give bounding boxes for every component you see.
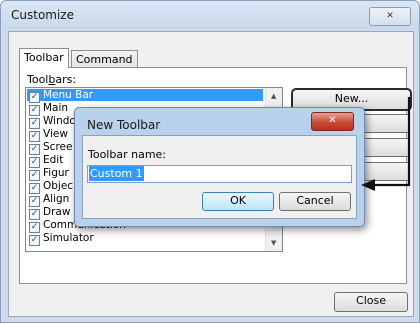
close-button[interactable]: Close: [334, 292, 408, 312]
tab-toolbar[interactable]: Toolbar: [19, 48, 69, 68]
toolbar-name-label: Toolbar name:: [88, 148, 167, 161]
list-item[interactable]: ✓ Windo: [27, 115, 76, 129]
window-close-button[interactable]: ✕: [369, 7, 411, 26]
cancel-button[interactable]: Cancel: [279, 192, 351, 211]
list-item[interactable]: ✓ Align: [27, 193, 69, 207]
dialog-client-area: Toolbar name: Custom 1 OK Cancel: [82, 135, 357, 219]
list-item[interactable]: ✓ Main: [27, 102, 68, 116]
toolbars-label: Toolbars:: [27, 73, 77, 86]
list-item[interactable]: ✓ Scree: [27, 141, 72, 155]
list-item[interactable]: ✓ View: [27, 128, 68, 142]
scroll-up-icon[interactable]: ▲: [271, 92, 276, 100]
window-title: Customize: [11, 8, 74, 22]
list-item[interactable]: ✓ Edit: [27, 154, 63, 168]
dialog-close-button[interactable]: ✕: [311, 112, 354, 131]
checkbox-checked-icon[interactable]: ✓: [29, 235, 40, 246]
new-toolbar-dialog: New Toolbar ✕ Toolbar name: Custom 1 OK …: [74, 107, 365, 227]
list-item[interactable]: ✓ Draw: [27, 206, 70, 220]
title-bar: Customize ✕: [1, 1, 419, 29]
customize-window: Customize ✕ Toolbar Command Toolbars: ✓ M…: [0, 0, 420, 323]
tab-command[interactable]: Command: [71, 50, 138, 68]
close-icon: ✕: [386, 11, 394, 21]
toolbar-name-input[interactable]: Custom 1: [87, 165, 352, 183]
list-item[interactable]: ✓ Simulator: [27, 232, 94, 246]
scroll-down-icon[interactable]: ▼: [271, 239, 276, 247]
list-item[interactable]: ✓ Objec: [27, 180, 73, 194]
ok-button[interactable]: OK: [202, 192, 274, 211]
dialog-title: New Toolbar: [87, 118, 161, 132]
list-item[interactable]: ✓ Menu Bar: [27, 89, 263, 103]
list-item[interactable]: ✓ Figur: [27, 167, 69, 181]
close-icon: ✕: [328, 115, 337, 126]
